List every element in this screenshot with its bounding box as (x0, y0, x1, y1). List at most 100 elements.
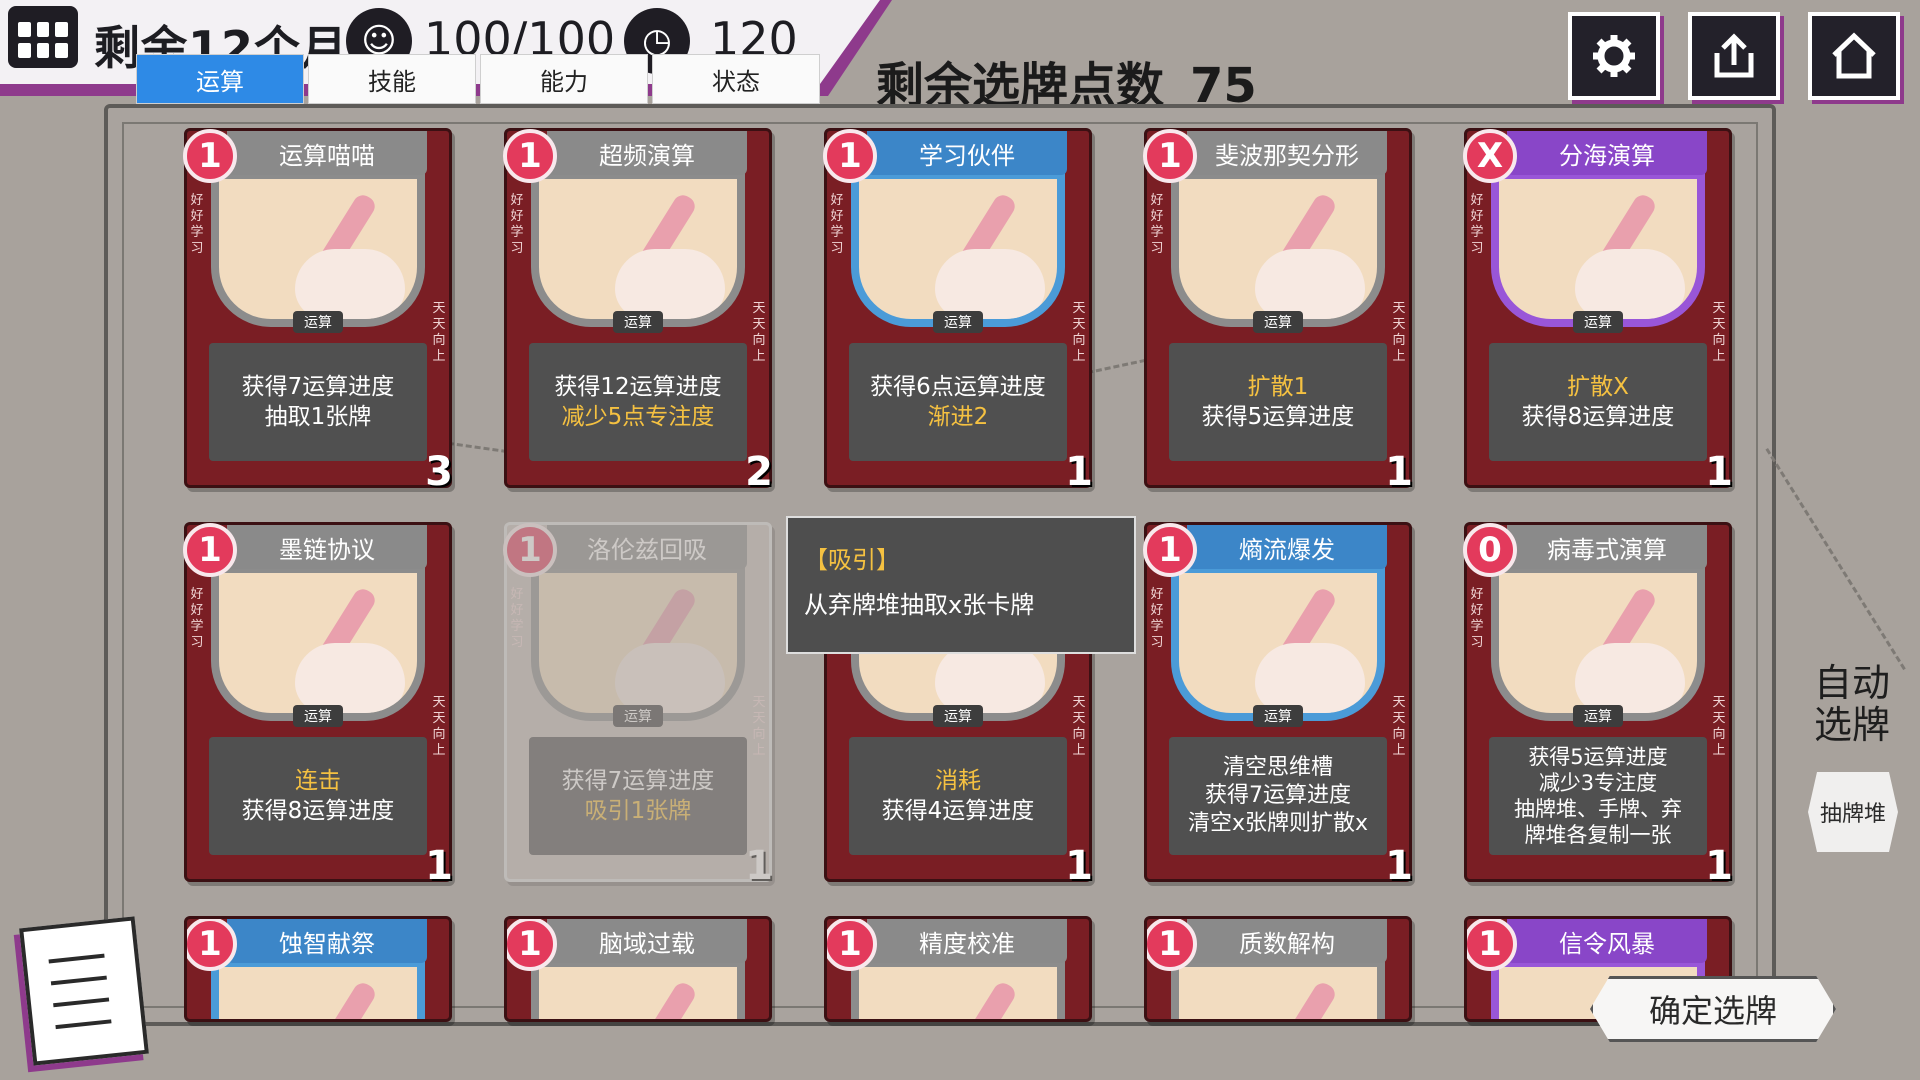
card-type-tag: 运算 (613, 311, 663, 333)
tab-compute[interactable]: 运算 (136, 54, 304, 104)
card-category-tabs: 运算 技能 能力 状态 (136, 54, 824, 104)
card-title: 斐波那契分形 (1187, 131, 1387, 175)
card-side-text: 天天向上 (1712, 695, 1726, 758)
card-title: 质数解构 (1187, 919, 1387, 963)
card-count: 2 (745, 449, 773, 495)
card-count: 1 (1705, 449, 1733, 495)
tab-ability[interactable]: 能力 (480, 54, 648, 104)
draw-pile-button[interactable]: 抽牌堆 (1808, 772, 1898, 852)
tab-status[interactable]: 状态 (652, 54, 820, 104)
card-title: 熵流爆发 (1187, 525, 1387, 569)
card-effect-line: 获得6点运算进度 (870, 374, 1046, 400)
card-type-tag: 运算 (933, 705, 983, 727)
auto-pick-button[interactable]: 自动选牌 (1804, 662, 1900, 746)
card-description: 扩散1 获得5运算进度 (1169, 343, 1387, 461)
card-effect-keyword: 消耗 (935, 768, 981, 794)
card-1[interactable]: 好好学习 天天向上 运算喵喵 1 运算 获得7运算进度 抽取1张牌 3 (183, 128, 453, 495)
card-4[interactable]: 好好学习 天天向上 斐波那契分形 1 运算 扩散1 获得5运算进度 1 (1143, 128, 1413, 495)
card-description: 扩散X 获得8运算进度 (1489, 343, 1707, 461)
card-6[interactable]: 好好学习 天天向上 墨链协议 1 运算 连击 获得8运算进度 1 (183, 522, 453, 889)
card-art (531, 959, 745, 1019)
card-art (211, 171, 425, 327)
card-side-text: 天天向上 (752, 695, 766, 758)
card-count: 1 (1065, 843, 1093, 889)
export-icon (1714, 33, 1754, 78)
cost-badge: 1 (183, 129, 237, 183)
decor-dashed-line (1765, 448, 1906, 671)
card-side-text: 天天向上 (752, 301, 766, 364)
card-10[interactable]: 好好学习 天天向上 病毒式演算 0 运算 获得5运算进度 减少3专注度 抽牌堆、… (1463, 522, 1733, 889)
card-effect-line: 获得4运算进度 (881, 798, 1035, 824)
cost-badge: 1 (1143, 129, 1197, 183)
card-count: 1 (1065, 449, 1093, 495)
cost-badge: 0 (1463, 523, 1517, 577)
home-button[interactable] (1808, 12, 1900, 100)
cost-badge: X (1463, 129, 1517, 183)
card-art (211, 959, 425, 1019)
card-title: 病毒式演算 (1507, 525, 1707, 569)
export-button[interactable] (1688, 12, 1780, 100)
calendar-icon[interactable] (8, 6, 78, 68)
tooltip-title: 【吸引】 (804, 546, 900, 574)
card-count: 1 (1705, 843, 1733, 889)
card-side-text: 好好学习 (190, 587, 204, 650)
card-title: 分海演算 (1507, 131, 1707, 175)
cost-badge: 1 (1143, 523, 1197, 577)
card-type-tag: 运算 (933, 311, 983, 333)
cost-badge: 1 (827, 919, 877, 971)
card-effect-line: 抽取1张牌 (264, 404, 372, 430)
card-effect-line: 牌堆各复制一张 (1524, 823, 1672, 847)
notebook-icon[interactable] (19, 916, 149, 1066)
card-title: 精度校准 (867, 919, 1067, 963)
card-effect-line: 获得8运算进度 (241, 798, 395, 824)
tooltip-body: 从弃牌堆抽取x张卡牌 (804, 591, 1035, 619)
card-5[interactable]: 好好学习 天天向上 分海演算 X 运算 扩散X 获得8运算进度 1 (1463, 128, 1733, 495)
card-title: 墨链协议 (227, 525, 427, 569)
card-art (1171, 171, 1385, 327)
card-art (531, 565, 745, 721)
card-effect-keyword: 渐进2 (927, 404, 989, 430)
card-art (851, 959, 1065, 1019)
card-type-tag: 运算 (1573, 311, 1623, 333)
cost-badge: 1 (507, 919, 557, 971)
tab-skill[interactable]: 技能 (308, 54, 476, 104)
card-side-text: 好好学习 (1470, 587, 1484, 650)
card-side-text: 天天向上 (432, 301, 446, 364)
card-7-disabled[interactable]: 好好学习 天天向上 洛伦兹回吸 1 运算 获得7运算进度 吸引1张牌 1 (503, 522, 773, 889)
card-effect-line: 减少5点专注度 (561, 404, 715, 430)
card-11[interactable]: 蚀智献祭 1 (184, 916, 452, 1022)
card-effect-keyword: 连击 (295, 768, 341, 794)
card-2[interactable]: 好好学习 天天向上 超频演算 1 运算 获得12运算进度 减少5点专注度 2 (503, 128, 773, 495)
card-effect-line: 减少3专注度 (1538, 771, 1658, 795)
card-side-text: 天天向上 (1712, 301, 1726, 364)
card-count: 1 (745, 843, 773, 889)
card-effect-line: 获得5运算进度 (1528, 745, 1668, 769)
card-9[interactable]: 好好学习 天天向上 熵流爆发 1 运算 清空思维槽 获得7运算进度 清空x张牌则… (1143, 522, 1413, 889)
card-14[interactable]: 质数解构 1 (1144, 916, 1412, 1022)
card-effect-line: 获得12运算进度 (554, 374, 722, 400)
card-effect-line: 清空x张牌则扩散x (1187, 811, 1369, 836)
card-art (1491, 171, 1705, 327)
card-title: 蚀智献祭 (227, 919, 427, 963)
card-effect-line: 清空思维槽 (1222, 755, 1333, 780)
gear-icon (1593, 35, 1635, 77)
card-count: 3 (425, 449, 453, 495)
card-3[interactable]: 好好学习 天天向上 学习伙伴 1 运算 获得6点运算进度 渐进2 1 (823, 128, 1093, 495)
card-art (211, 565, 425, 721)
card-count: 1 (425, 843, 453, 889)
card-side-text: 天天向上 (1072, 695, 1086, 758)
card-description: 获得5运算进度 减少3专注度 抽牌堆、手牌、弃 牌堆各复制一张 (1489, 737, 1707, 855)
confirm-selection-button[interactable]: 确定选牌 (1590, 976, 1836, 1042)
cost-badge: 1 (187, 919, 237, 971)
card-side-text: 天天向上 (1072, 301, 1086, 364)
settings-button[interactable] (1568, 12, 1660, 100)
card-effect-keyword: 扩散1 (1247, 374, 1309, 400)
card-type-tag: 运算 (613, 705, 663, 727)
card-type-tag: 运算 (1253, 705, 1303, 727)
card-art (851, 171, 1065, 327)
card-effect-line: 获得7运算进度 (241, 374, 395, 400)
card-side-text: 天天向上 (1392, 695, 1406, 758)
card-12[interactable]: 脑域过载 1 (504, 916, 772, 1022)
card-title: 学习伙伴 (867, 131, 1067, 175)
card-13[interactable]: 精度校准 1 (824, 916, 1092, 1022)
